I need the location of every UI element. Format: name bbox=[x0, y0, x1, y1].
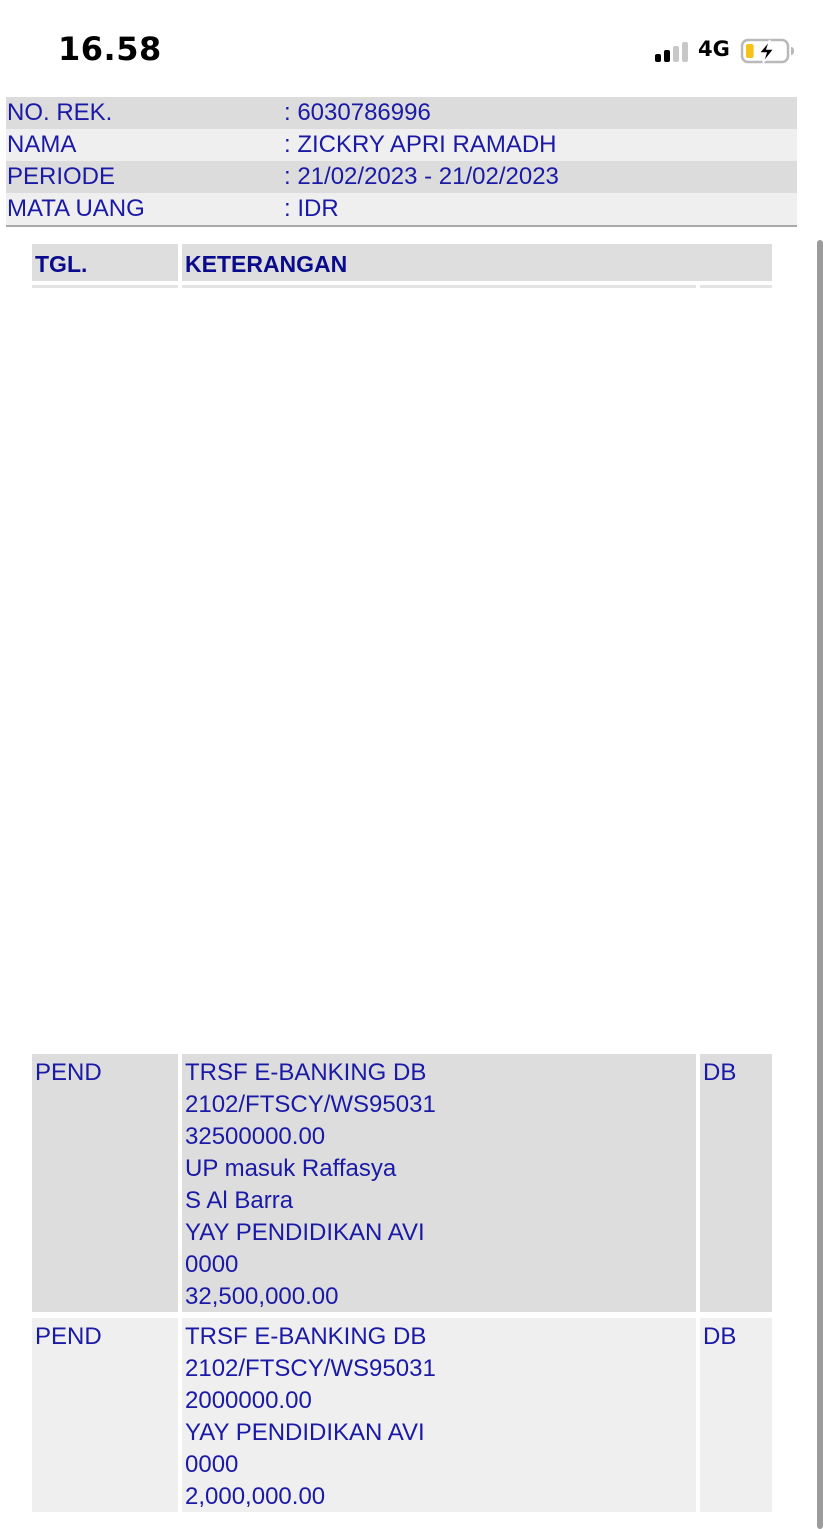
network-type-label: 4G bbox=[698, 37, 730, 61]
header-rule bbox=[700, 285, 772, 288]
table-row: PEND TRSF E-BANKING DB 2102/FTSCY/WS9503… bbox=[32, 1054, 772, 1312]
description-line: TRSF E-BANKING DB bbox=[185, 1059, 427, 1086]
description-line: YAY PENDIDIKAN AVI bbox=[185, 1419, 425, 1446]
description-line: 2,000,000.00 bbox=[185, 1483, 326, 1510]
transaction-type: DB bbox=[700, 1054, 772, 1312]
description-line: TRSF E-BANKING DB bbox=[185, 1323, 427, 1350]
description-line: YAY PENDIDIKAN AVI bbox=[185, 1219, 425, 1246]
account-info: NO. REK. : 6030786996 NAMA : ZICKRY APRI… bbox=[6, 97, 797, 227]
vertical-scrollbar[interactable] bbox=[817, 240, 823, 1529]
description-line: 32,500,000.00 bbox=[185, 1283, 339, 1310]
status-time: 16.58 bbox=[58, 30, 162, 68]
signal-bars-icon bbox=[655, 38, 689, 62]
currency-label: MATA UANG bbox=[7, 195, 145, 222]
description-line: 2000000.00 bbox=[185, 1387, 312, 1414]
description-line: 0000 bbox=[185, 1251, 239, 1278]
description-line: 32500000.00 bbox=[185, 1123, 326, 1150]
description-line: 0000 bbox=[185, 1451, 239, 1478]
account-name-row: NAMA : ZICKRY APRI RAMADH bbox=[6, 129, 797, 161]
period-value: : 21/02/2023 - 21/02/2023 bbox=[284, 163, 559, 190]
transaction-description: TRSF E-BANKING DB 2102/FTSCY/WS95031 200… bbox=[182, 1318, 696, 1512]
divider bbox=[6, 225, 797, 227]
transaction-description: TRSF E-BANKING DB 2102/FTSCY/WS95031 325… bbox=[182, 1054, 696, 1312]
currency-value: : IDR bbox=[284, 195, 339, 222]
description-line: UP masuk Raffasya bbox=[185, 1155, 397, 1182]
transaction-date: PEND bbox=[32, 1318, 178, 1512]
header-rule bbox=[32, 285, 178, 288]
period-label: PERIODE bbox=[7, 163, 116, 190]
transaction-type: DB bbox=[700, 1318, 772, 1512]
description-line: 2102/FTSCY/WS95031 bbox=[185, 1091, 436, 1118]
period-row: PERIODE : 21/02/2023 - 21/02/2023 bbox=[6, 161, 797, 193]
account-number-value: : 6030786996 bbox=[284, 99, 431, 126]
description-line: S Al Barra bbox=[185, 1187, 294, 1214]
status-bar: 16.58 4G bbox=[0, 0, 828, 96]
table-row: PEND TRSF E-BANKING DB 2102/FTSCY/WS9503… bbox=[32, 1318, 772, 1512]
account-number-row: NO. REK. : 6030786996 bbox=[6, 97, 797, 129]
account-number-label: NO. REK. bbox=[7, 99, 113, 126]
description-line: 2102/FTSCY/WS95031 bbox=[185, 1355, 436, 1382]
currency-row: MATA UANG : IDR bbox=[6, 193, 797, 225]
column-header-description: KETERANGAN bbox=[182, 244, 772, 281]
header-rule bbox=[182, 285, 696, 288]
battery-charging-icon bbox=[740, 38, 794, 64]
account-name-label: NAMA bbox=[7, 131, 77, 158]
transaction-date: PEND bbox=[32, 1054, 178, 1312]
column-header-date: TGL. bbox=[32, 244, 178, 281]
account-name-value: : ZICKRY APRI RAMADH bbox=[284, 131, 557, 158]
